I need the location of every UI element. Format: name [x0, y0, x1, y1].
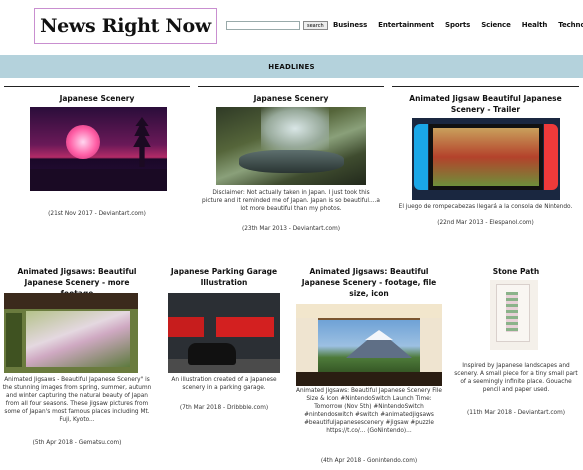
news-card[interactable]: Animated Jigsaws: Beautiful Japanese Sce… — [292, 266, 446, 470]
card-meta: (4th Apr 2018 - Gonintendo.com) — [320, 458, 418, 464]
headlines-bar: HEADLINES — [0, 55, 583, 78]
card-title[interactable]: Animated Jigsaws: Beautiful Japanese Sce… — [292, 266, 446, 299]
card-thumbnail[interactable] — [412, 118, 560, 200]
news-card[interactable]: Japanese Scenery Disclaimer: Not actuall… — [198, 86, 384, 236]
card-meta: (21st Nov 2017 - Deviantart.com) — [48, 211, 146, 217]
card-thumbnail[interactable] — [168, 293, 280, 373]
card-title[interactable]: Animated Jigsaw Beautiful Japanese Scene… — [392, 93, 579, 115]
card-thumbnail[interactable] — [4, 293, 138, 373]
card-description: El juego de rompecabezas llegará a la co… — [398, 204, 573, 210]
card-divider — [392, 86, 579, 87]
nav-sports[interactable]: Sports — [445, 21, 470, 29]
card-title[interactable]: Stone Path — [454, 266, 578, 277]
nav-entertainment[interactable]: Entertainment — [378, 21, 434, 29]
nav-business[interactable]: Business — [333, 21, 367, 29]
card-title[interactable]: Japanese Parking Garage Illustration — [162, 266, 286, 288]
search-form: search — [226, 21, 328, 30]
card-description: Animated Jigsaws - Beautiful Japanese Sc… — [2, 377, 152, 423]
card-thumbnail[interactable] — [490, 280, 538, 350]
card-divider — [4, 86, 190, 87]
site-logo[interactable]: News Right Now — [34, 8, 217, 44]
logo-text: News Right Now — [40, 15, 211, 37]
card-description: An illustration created of a Japanese sc… — [171, 377, 277, 391]
nav-technology[interactable]: Technology — [558, 21, 583, 29]
card-thumbnail[interactable] — [30, 107, 167, 191]
news-card[interactable]: Stone Path Inspired by Japanese landscap… — [454, 266, 578, 416]
search-button[interactable]: search — [303, 21, 328, 30]
card-meta: (7th Mar 2018 - Dribbble.com) — [179, 405, 269, 411]
card-meta: (23th Mar 2013 - Deviantart.com) — [241, 226, 340, 232]
card-meta: (5th Apr 2018 - Gematsu.com) — [32, 440, 122, 446]
news-card[interactable]: Japanese Parking Garage Illustration An … — [162, 266, 286, 416]
card-title[interactable]: Japanese Scenery — [198, 93, 384, 104]
card-description: Disclaimer: Not actually taken in Japan.… — [202, 190, 380, 212]
card-description: Inspired by Japanese landscapes and scen… — [454, 363, 578, 393]
news-card[interactable]: Animated Jigsaw Beautiful Japanese Scene… — [392, 86, 579, 232]
card-divider — [198, 86, 384, 87]
search-input[interactable] — [226, 21, 300, 30]
headlines-label: HEADLINES — [268, 62, 315, 71]
card-thumbnail[interactable] — [296, 304, 442, 386]
main-nav: Business Entertainment Sports Science He… — [333, 21, 583, 29]
card-thumbnail[interactable] — [216, 107, 366, 185]
card-title[interactable]: Japanese Scenery — [4, 93, 190, 104]
news-card[interactable]: Animated Jigsaws: Beautiful Japanese Sce… — [0, 266, 154, 466]
card-description: Animated Jigsaws: Beautiful Japanese Sce… — [296, 388, 442, 434]
card-meta: (11th Mar 2018 - Deviantart.com) — [466, 410, 565, 416]
card-meta: (22nd Mar 2013 - Elespanol.com) — [437, 220, 534, 226]
news-card[interactable]: Japanese Scenery (21st Nov 2017 - Devian… — [4, 86, 190, 226]
nav-health[interactable]: Health — [522, 21, 548, 29]
nav-science[interactable]: Science — [481, 21, 511, 29]
